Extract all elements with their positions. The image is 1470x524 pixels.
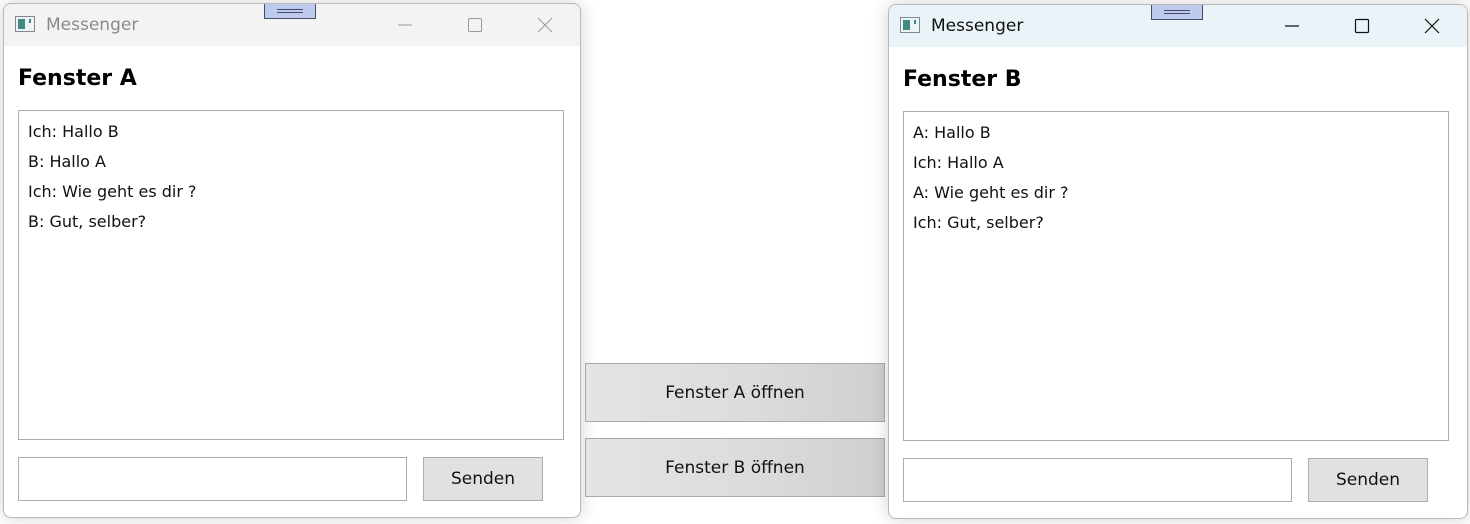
messenger-app-icon — [15, 16, 35, 32]
chat-message[interactable]: B: Gut, selber? — [28, 207, 554, 237]
window-grip-icon[interactable] — [264, 4, 316, 19]
chat-message[interactable]: Ich: Gut, selber? — [913, 208, 1439, 238]
chat-message[interactable]: B: Hallo A — [28, 147, 554, 177]
chat-message[interactable]: Ich: Wie geht es dir ? — [28, 177, 554, 207]
minimize-button[interactable] — [1257, 5, 1327, 47]
minimize-icon — [398, 24, 412, 26]
chat-history-list[interactable]: A: Hallo B Ich: Hallo A A: Wie geht es d… — [903, 111, 1449, 441]
window-b: Messenger Fenster B A: Hallo B Ich: Hall… — [888, 4, 1468, 519]
chat-message[interactable]: Ich: Hallo A — [913, 148, 1439, 178]
close-button[interactable] — [510, 4, 580, 46]
window-heading: Fenster A — [18, 66, 137, 91]
send-button[interactable]: Senden — [1308, 458, 1428, 502]
open-window-a-button[interactable]: Fenster A öffnen — [585, 363, 885, 422]
messenger-app-icon — [900, 17, 920, 33]
window-heading: Fenster B — [903, 67, 1022, 92]
window-grip-icon[interactable] — [1151, 5, 1203, 20]
title-bar[interactable]: Messenger — [889, 5, 1467, 47]
chat-message[interactable]: A: Hallo B — [913, 118, 1439, 148]
maximize-button[interactable] — [1327, 5, 1397, 47]
minimize-icon — [1285, 25, 1299, 27]
maximize-icon — [1354, 18, 1370, 34]
chat-history-list[interactable]: Ich: Hallo B B: Hallo A Ich: Wie geht es… — [18, 110, 564, 440]
close-icon — [537, 17, 553, 33]
maximize-button[interactable] — [440, 4, 510, 46]
chat-message[interactable]: Ich: Hallo B — [28, 117, 554, 147]
chat-message[interactable]: A: Wie geht es dir ? — [913, 178, 1439, 208]
close-button[interactable] — [1397, 5, 1467, 47]
minimize-button[interactable] — [370, 4, 440, 46]
window-title: Messenger — [931, 16, 1024, 36]
message-input[interactable] — [18, 457, 407, 501]
window-a: Messenger Fenster A Ich: Hallo B B: Hall… — [3, 3, 581, 518]
maximize-icon — [468, 18, 482, 32]
close-icon — [1424, 18, 1440, 34]
title-bar[interactable]: Messenger — [4, 4, 580, 46]
window-title: Messenger — [46, 15, 139, 35]
open-window-b-button[interactable]: Fenster B öffnen — [585, 438, 885, 497]
send-button[interactable]: Senden — [423, 457, 543, 501]
message-input[interactable] — [903, 458, 1292, 502]
